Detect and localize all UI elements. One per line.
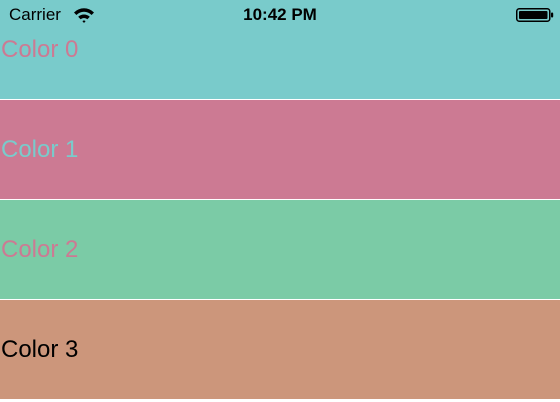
status-bar: Carrier 10:42 PM (0, 0, 560, 30)
row-label: Color 0 (1, 36, 79, 63)
screen: Color 0 Color 1 Color 2 Color 3 Carrier … (0, 0, 560, 402)
battery-icon (516, 8, 554, 22)
status-time: 10:42 PM (243, 5, 317, 24)
list-row-color-3[interactable]: Color 3 (0, 300, 560, 400)
row-label: Color 3 (1, 336, 79, 363)
list-row-color-2[interactable]: Color 2 (0, 200, 560, 300)
color-list[interactable]: Color 0 Color 1 Color 2 Color 3 (0, 0, 560, 402)
list-row-color-1[interactable]: Color 1 (0, 100, 560, 200)
row-label: Color 1 (1, 136, 79, 163)
row-label: Color 2 (1, 236, 79, 263)
